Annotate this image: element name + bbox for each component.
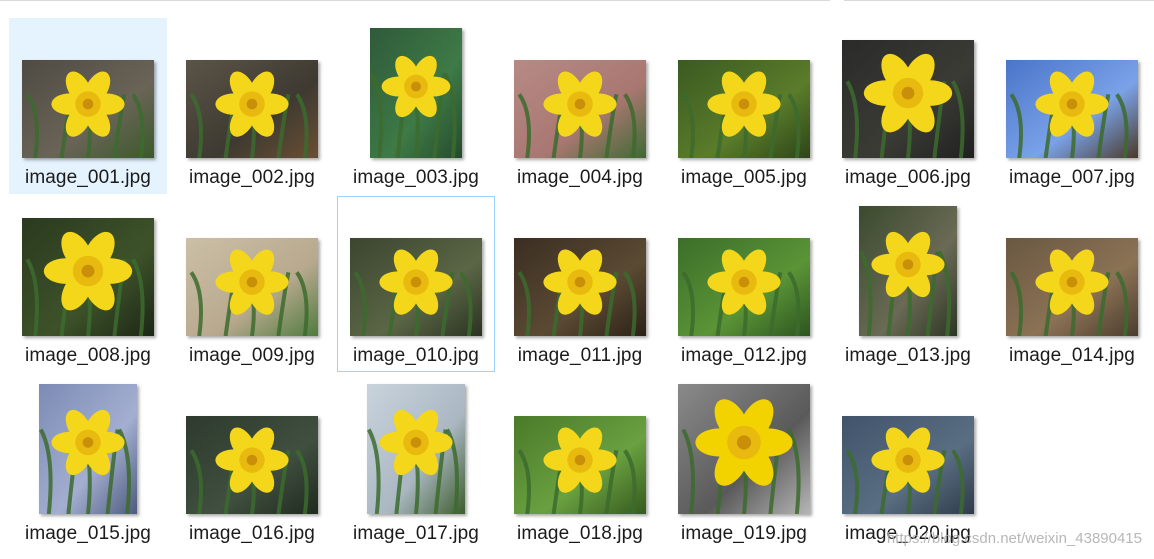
image-thumbnail <box>859 206 957 336</box>
file-item[interactable]: image_017.jpg <box>337 374 495 550</box>
thumbnail-frame <box>994 197 1150 337</box>
image-thumbnail <box>22 60 154 158</box>
file-name-label: image_013.jpg <box>845 345 971 366</box>
file-name-label: image_002.jpg <box>189 167 315 188</box>
file-item[interactable]: image_011.jpg <box>501 196 659 372</box>
thumbnail-frame <box>338 19 494 159</box>
image-thumbnail <box>22 218 154 336</box>
file-name-label: image_006.jpg <box>845 167 971 188</box>
file-name-label: image_004.jpg <box>517 167 643 188</box>
image-thumbnail <box>1006 238 1138 336</box>
file-name-label: image_007.jpg <box>1009 167 1135 188</box>
image-thumbnail <box>842 40 974 158</box>
file-name-label: image_008.jpg <box>25 345 151 366</box>
thumbnail-frame <box>10 375 166 515</box>
file-name-label: image_001.jpg <box>25 167 151 188</box>
file-item[interactable]: image_015.jpg <box>9 374 167 550</box>
image-thumbnail <box>678 60 810 158</box>
file-item[interactable]: image_003.jpg <box>337 18 495 194</box>
image-thumbnail <box>367 384 465 514</box>
image-thumbnail <box>186 60 318 158</box>
thumbnail-frame <box>666 197 822 337</box>
thumbnail-frame <box>666 375 822 515</box>
image-thumbnail <box>186 238 318 336</box>
thumbnail-frame <box>338 375 494 515</box>
file-name-label: image_012.jpg <box>681 345 807 366</box>
file-item[interactable]: image_012.jpg <box>665 196 823 372</box>
thumbnail-frame <box>174 375 330 515</box>
file-name-label: image_005.jpg <box>681 167 807 188</box>
image-thumbnail <box>514 416 646 514</box>
image-thumbnail <box>370 28 462 158</box>
toolbar-divider <box>0 0 830 1</box>
file-name-label: image_017.jpg <box>353 523 479 544</box>
file-item[interactable]: image_007.jpg <box>993 18 1151 194</box>
thumbnail-frame <box>174 19 330 159</box>
file-item[interactable]: image_020.jpg <box>829 374 987 550</box>
thumbnail-frame <box>502 197 658 337</box>
file-item[interactable]: image_001.jpg <box>9 18 167 194</box>
file-item[interactable]: image_014.jpg <box>993 196 1151 372</box>
file-name-label: image_018.jpg <box>517 523 643 544</box>
image-thumbnail <box>842 416 974 514</box>
file-item[interactable]: image_016.jpg <box>173 374 331 550</box>
image-thumbnail <box>678 384 810 514</box>
thumbnail-frame <box>10 19 166 159</box>
watermark: https://blog.csdn.net/weixin_43890415 <box>886 530 1142 547</box>
image-thumbnail <box>39 384 137 514</box>
file-item[interactable]: image_008.jpg <box>9 196 167 372</box>
image-thumbnail <box>350 238 482 336</box>
thumbnail-frame <box>10 197 166 337</box>
file-item[interactable]: image_013.jpg <box>829 196 987 372</box>
thumbnail-frame <box>830 197 986 337</box>
file-name-label: image_014.jpg <box>1009 345 1135 366</box>
file-name-label: image_015.jpg <box>25 523 151 544</box>
file-grid: image_001.jpg image_002.jpg image_003.jpg i… <box>9 18 1149 552</box>
image-thumbnail <box>514 60 646 158</box>
file-item[interactable]: image_010.jpg <box>337 196 495 372</box>
image-thumbnail <box>186 416 318 514</box>
file-item[interactable]: image_004.jpg <box>501 18 659 194</box>
file-name-label: image_019.jpg <box>681 523 807 544</box>
thumbnail-frame <box>830 19 986 159</box>
file-item[interactable]: image_005.jpg <box>665 18 823 194</box>
file-item[interactable]: image_002.jpg <box>173 18 331 194</box>
image-thumbnail <box>678 238 810 336</box>
file-name-label: image_016.jpg <box>189 523 315 544</box>
thumbnail-frame <box>338 197 494 337</box>
file-item[interactable]: image_009.jpg <box>173 196 331 372</box>
file-name-label: image_009.jpg <box>189 345 315 366</box>
image-thumbnail <box>514 238 646 336</box>
file-item[interactable]: image_018.jpg <box>501 374 659 550</box>
thumbnail-frame <box>174 197 330 337</box>
toolbar-divider <box>844 0 1154 1</box>
thumbnail-frame <box>502 375 658 515</box>
file-name-label: image_010.jpg <box>353 345 479 366</box>
thumbnail-frame <box>502 19 658 159</box>
file-name-label: image_011.jpg <box>517 345 643 366</box>
thumbnail-frame <box>830 375 986 515</box>
image-thumbnail <box>1006 60 1138 158</box>
file-name-label: image_003.jpg <box>353 167 479 188</box>
file-item[interactable]: image_006.jpg <box>829 18 987 194</box>
thumbnail-frame <box>994 19 1150 159</box>
thumbnail-frame <box>666 19 822 159</box>
file-item[interactable]: image_019.jpg <box>665 374 823 550</box>
